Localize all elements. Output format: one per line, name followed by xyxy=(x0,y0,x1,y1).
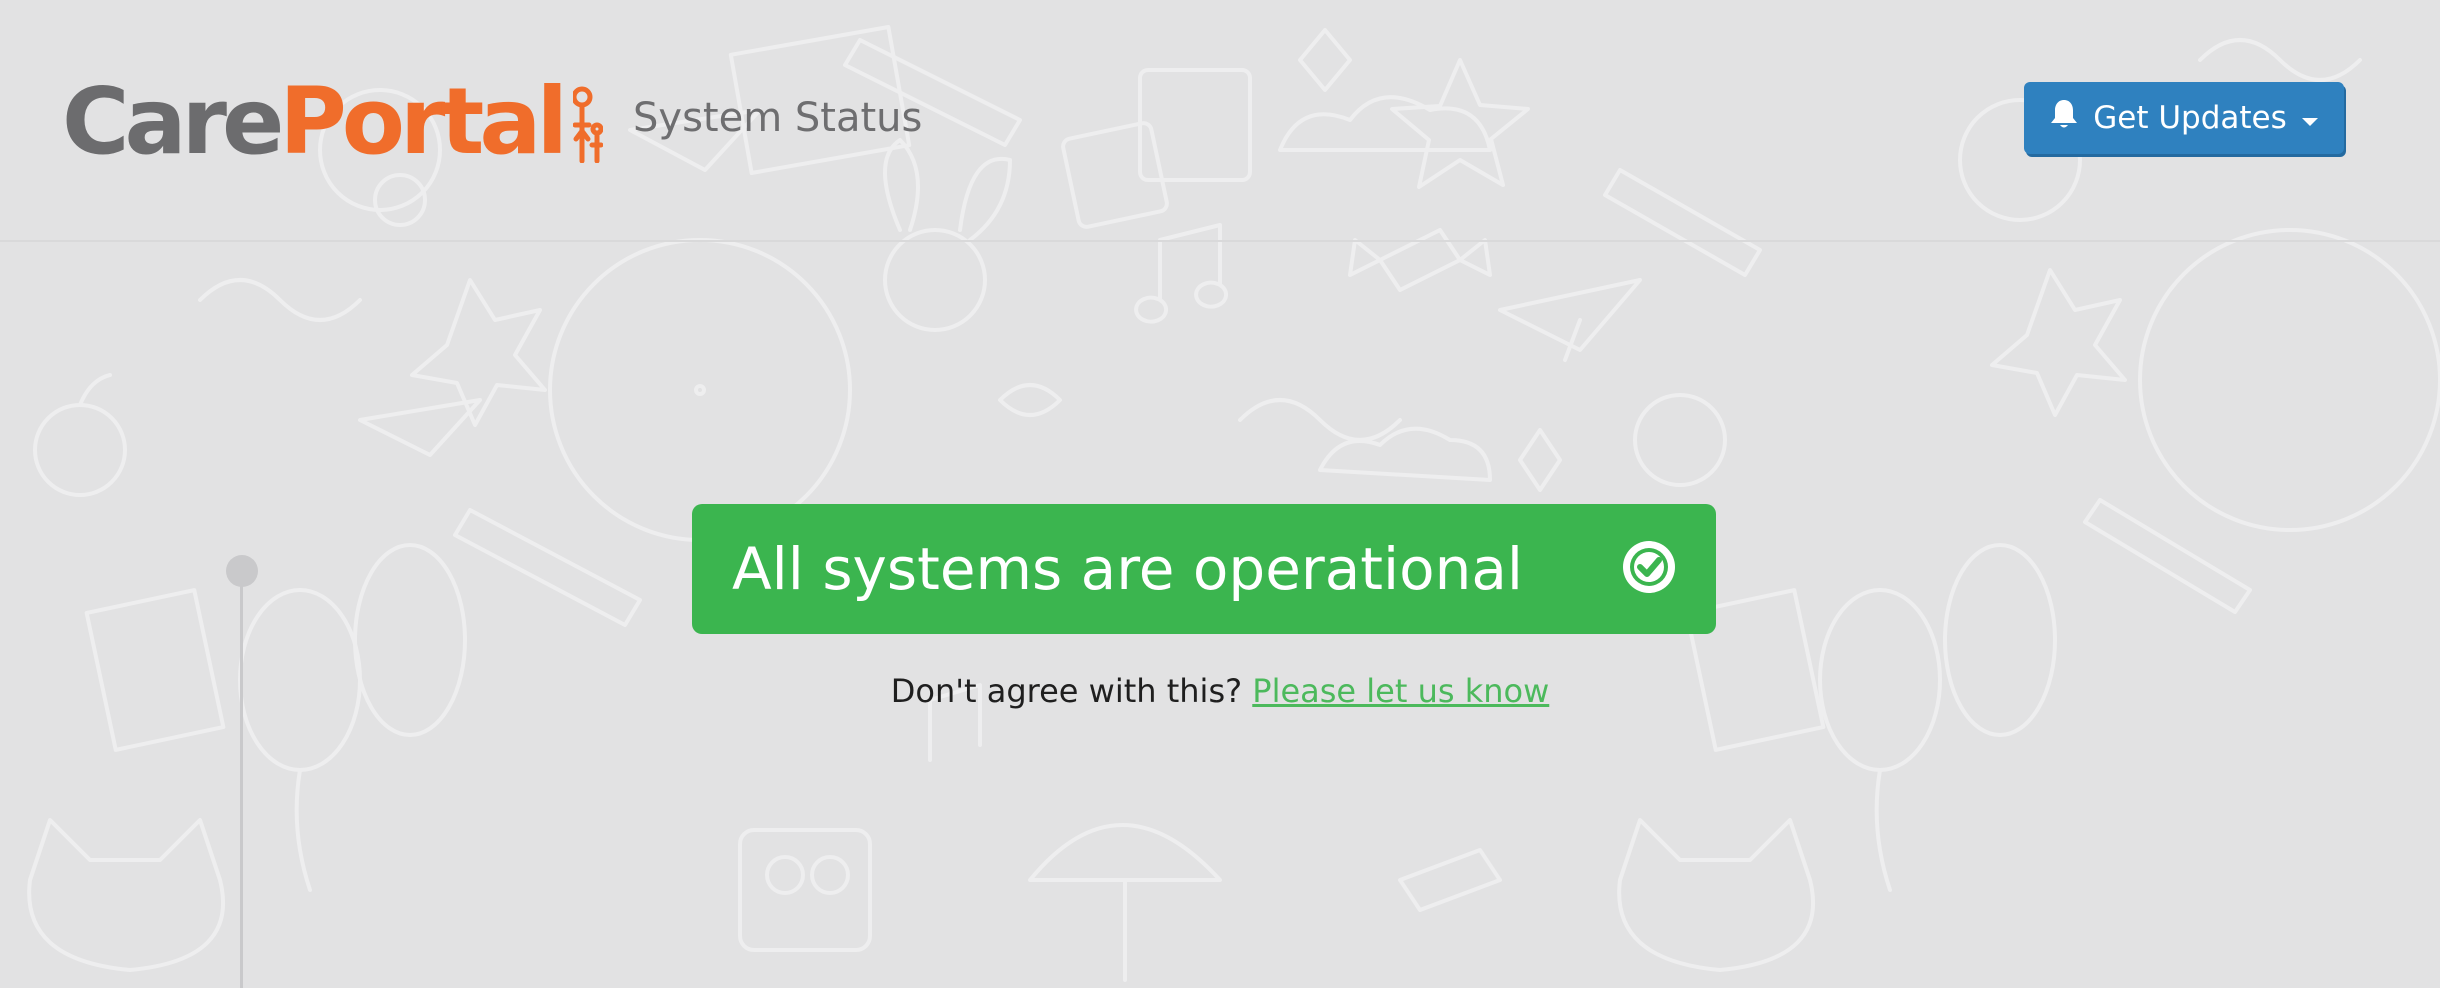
timeline-line xyxy=(240,585,243,988)
status-message: All systems are operational xyxy=(732,535,1524,603)
timeline-dot xyxy=(226,555,258,587)
site-header: Care Portal System Status Get Updates xyxy=(0,0,2440,242)
check-circle-icon xyxy=(1620,538,1678,600)
bell-icon xyxy=(2049,98,2079,138)
feedback-prompt: Don't agree with this? xyxy=(890,672,1243,710)
page-title: System Status xyxy=(633,95,923,141)
get-updates-label: Get Updates xyxy=(2093,100,2287,136)
overall-status-banner: All systems are operational xyxy=(692,504,1716,634)
report-issue-link[interactable]: Please let us know xyxy=(1252,672,1549,710)
get-updates-button[interactable]: Get Updates xyxy=(2024,82,2344,154)
feedback-line: Don't agree with this? Please let us kno… xyxy=(0,672,2440,710)
careportal-logo[interactable]: Care Portal xyxy=(62,68,604,175)
caret-down-icon xyxy=(2301,100,2319,136)
carer-child-figures-icon xyxy=(571,83,604,167)
logo-portal-text: Portal xyxy=(279,68,568,175)
logo-care-text: Care xyxy=(62,68,284,175)
